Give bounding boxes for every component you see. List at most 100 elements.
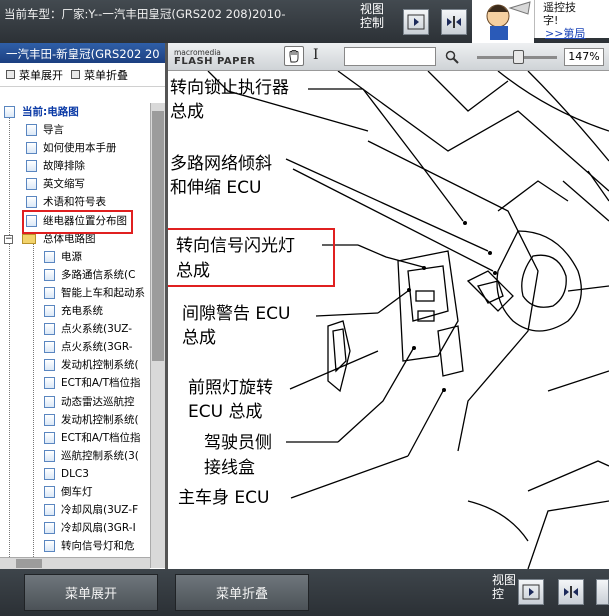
page-icon bbox=[44, 323, 55, 336]
ad-box[interactable]: 遥控技 字! >>第局 bbox=[534, 0, 609, 40]
current-model-title: 当前车型：厂家:Y--一汽丰田皇冠(GRS202 208)2010- bbox=[4, 7, 286, 21]
tree-sub-item[interactable]: 发动机控制系统( bbox=[0, 356, 150, 374]
page-icon bbox=[44, 449, 55, 462]
highlight-box-flasher bbox=[168, 228, 335, 287]
menu-expand-button[interactable]: 菜单展开 bbox=[24, 574, 158, 611]
page-icon bbox=[44, 522, 55, 535]
tree-sub-item-label: 转向信号灯和危 bbox=[61, 540, 135, 553]
label-driver-junction: 驾驶员侧 bbox=[204, 433, 272, 453]
arrow-right-icon bbox=[407, 14, 425, 30]
tree-item-label: 故障排除 bbox=[43, 160, 85, 173]
tree-sub-item-label: 电源 bbox=[61, 250, 82, 263]
highlight-box-relay bbox=[22, 210, 133, 234]
view-label-line1: 视图 bbox=[492, 573, 517, 587]
sidebar-horizontal-scrollbar[interactable] bbox=[0, 557, 150, 569]
arrow-right-icon bbox=[522, 584, 540, 600]
label-steering-lock-2: 总成 bbox=[170, 102, 204, 122]
page-icon bbox=[4, 106, 15, 118]
text-select-icon[interactable]: I bbox=[313, 47, 319, 63]
tree-sub-item[interactable]: ECT和A/T档位指 bbox=[0, 429, 150, 447]
page-icon bbox=[44, 305, 55, 318]
tree-sub-item[interactable]: DLC3 bbox=[0, 465, 150, 483]
hand-icon bbox=[289, 50, 299, 63]
tree-sub-item[interactable]: 充电系统 bbox=[0, 302, 150, 320]
sidebar-expand-button[interactable]: 菜单展开 bbox=[6, 67, 63, 83]
page-icon bbox=[44, 485, 55, 498]
split-arrows-icon bbox=[447, 16, 461, 28]
view-split-button[interactable] bbox=[558, 579, 584, 605]
page-icon bbox=[44, 359, 55, 372]
page-icon bbox=[44, 377, 55, 390]
page-icon bbox=[44, 504, 55, 517]
flashpaper-logo: macromedia FLASH PAPER bbox=[174, 48, 256, 67]
tree-sub-item-label: ECT和A/T档位指 bbox=[61, 377, 141, 390]
diagram-viewport[interactable]: 转向锁止执行器 总成 多路网络倾斜 和伸缩 ECU 转向信号闪光灯 总成 间隙警… bbox=[168, 71, 609, 569]
tree-sub-item-label: 点火系统(3UZ- bbox=[61, 323, 133, 336]
zoom-slider[interactable] bbox=[473, 47, 560, 67]
tree-sub-item-label: 巡航控制系统(3( bbox=[61, 449, 139, 462]
page-icon bbox=[44, 467, 55, 480]
scroll-thumb[interactable] bbox=[16, 559, 42, 568]
tree-sub-item-label: 充电系统 bbox=[61, 305, 103, 318]
sidebar: 一汽丰田-新皇冠(GRS202 20 菜单展开 菜单折叠 当前:电路图 导言 如… bbox=[0, 43, 168, 569]
ad-link[interactable]: >>第局 bbox=[543, 27, 605, 40]
tree-sub-item[interactable]: 点火系统(3GR- bbox=[0, 338, 150, 356]
view-extra-button[interactable] bbox=[596, 579, 609, 605]
tree-item[interactable]: 英文缩写 bbox=[0, 175, 150, 193]
page-icon bbox=[44, 431, 55, 444]
view-single-button[interactable] bbox=[518, 579, 544, 605]
menu-collapse-button[interactable]: 菜单折叠 bbox=[175, 574, 309, 611]
page-icon bbox=[44, 250, 55, 263]
view-label-line2: 控制 bbox=[360, 16, 385, 30]
tree-sub-item-label: 发动机控制系统( bbox=[61, 413, 139, 426]
tree-item-label: 术语和符号表 bbox=[43, 196, 106, 209]
label-headlamp-swivel: 前照灯旋转 bbox=[188, 378, 273, 398]
tree-item[interactable]: 导言 bbox=[0, 121, 150, 139]
view-control-label: 视图 控 bbox=[492, 573, 516, 601]
scroll-thumb[interactable] bbox=[152, 111, 164, 361]
zoom-slider-knob[interactable] bbox=[513, 50, 524, 64]
tree-sub-item[interactable]: 冷却风扇(3GR-I bbox=[0, 519, 150, 537]
view-split-button[interactable] bbox=[441, 9, 467, 35]
tree-sub-item[interactable]: 倒车灯 bbox=[0, 483, 150, 501]
page-icon bbox=[26, 196, 37, 209]
page-icon bbox=[44, 286, 55, 299]
tree-sub-item[interactable]: ECT和A/T档位指 bbox=[0, 374, 150, 392]
tree-root[interactable]: 当前:电路图 bbox=[0, 103, 150, 121]
collapse-icon bbox=[71, 70, 80, 79]
tree-sub-item-label: 冷却风扇(3UZ-F bbox=[61, 504, 139, 517]
page-icon bbox=[44, 413, 55, 426]
tree-sub-item[interactable]: 电源 bbox=[0, 248, 150, 266]
brand-big: FLASH PAPER bbox=[174, 56, 256, 67]
sidebar-collapse-button[interactable]: 菜单折叠 bbox=[71, 67, 128, 83]
collapse-toggle-icon[interactable]: − bbox=[4, 234, 13, 244]
label-headlamp-swivel-2: ECU 总成 bbox=[188, 402, 263, 422]
zoom-level[interactable]: 147% bbox=[564, 48, 604, 66]
tree-item[interactable]: 术语和符号表 bbox=[0, 193, 150, 211]
tree-sub-item[interactable]: 多路通信系统(C bbox=[0, 266, 150, 284]
tree-sub-item[interactable]: 巡航控制系统(3( bbox=[0, 447, 150, 465]
search-button[interactable] bbox=[442, 47, 462, 67]
page-icon bbox=[44, 395, 55, 408]
tree-sub-item[interactable]: 发动机控制系统( bbox=[0, 411, 150, 429]
sidebar-vertical-scrollbar[interactable] bbox=[150, 103, 165, 568]
hand-tool-button[interactable] bbox=[284, 46, 304, 66]
sidebar-toolbar: 菜单展开 菜单折叠 bbox=[0, 63, 165, 87]
tree-sub-item[interactable]: 动态雷达巡航控 bbox=[0, 393, 150, 411]
sidebar-collapse-label: 菜单折叠 bbox=[84, 68, 128, 82]
tree-sub-item[interactable]: 转向信号灯和危 bbox=[0, 537, 150, 555]
folder-icon bbox=[22, 233, 36, 244]
tree-sub-item[interactable]: 智能上车和起动系 bbox=[0, 284, 150, 302]
tree-item[interactable]: 如何使用本手册 bbox=[0, 139, 150, 157]
view-single-button[interactable] bbox=[403, 9, 429, 35]
tree-sub-item[interactable]: 点火系统(3UZ- bbox=[0, 320, 150, 338]
search-input[interactable] bbox=[344, 47, 436, 66]
tree-sub-item-label: 多路通信系统(C bbox=[61, 268, 136, 281]
tree-item-label: 导言 bbox=[43, 124, 64, 137]
sidebar-title: 一汽丰田-新皇冠(GRS202 20 bbox=[0, 43, 165, 63]
tree-sub-item-label: 倒车灯 bbox=[61, 485, 93, 498]
tree-sub-item[interactable]: 冷却风扇(3UZ-F bbox=[0, 501, 150, 519]
page-icon bbox=[26, 160, 37, 173]
tree-item[interactable]: 故障排除 bbox=[0, 157, 150, 175]
page-icon bbox=[44, 341, 55, 354]
